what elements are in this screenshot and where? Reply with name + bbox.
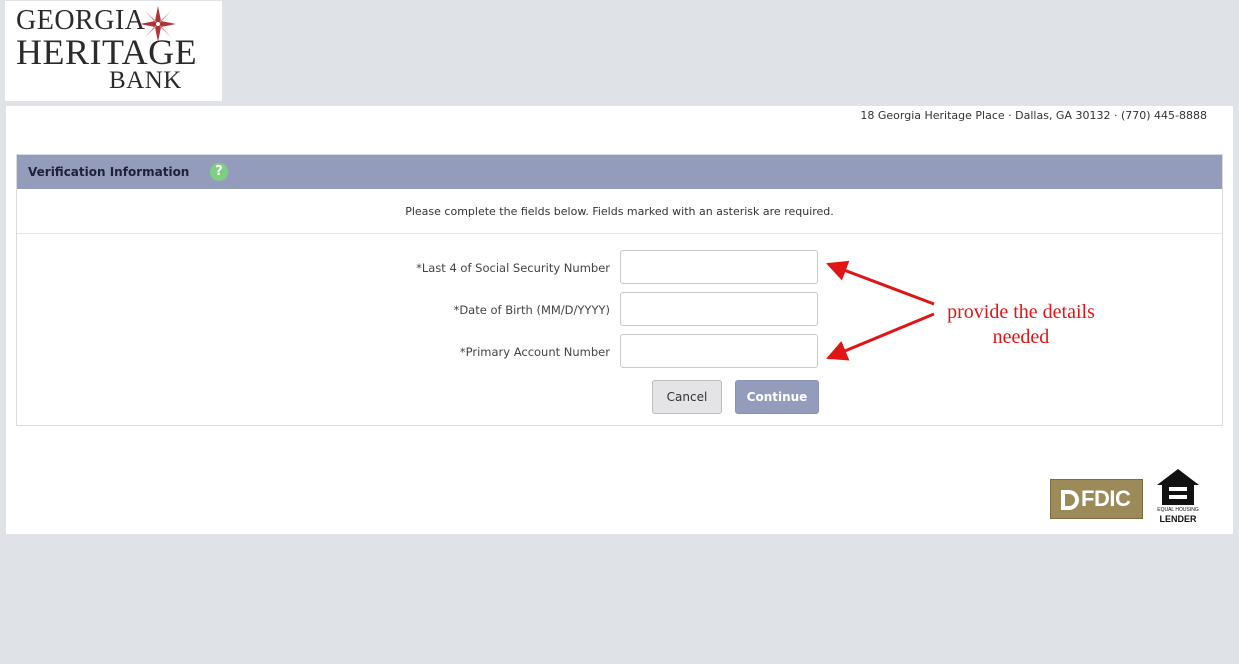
arrow-to-account-field xyxy=(826,312,935,361)
arrow-to-ssn-field xyxy=(826,260,935,306)
annotation-arrows xyxy=(826,260,935,361)
